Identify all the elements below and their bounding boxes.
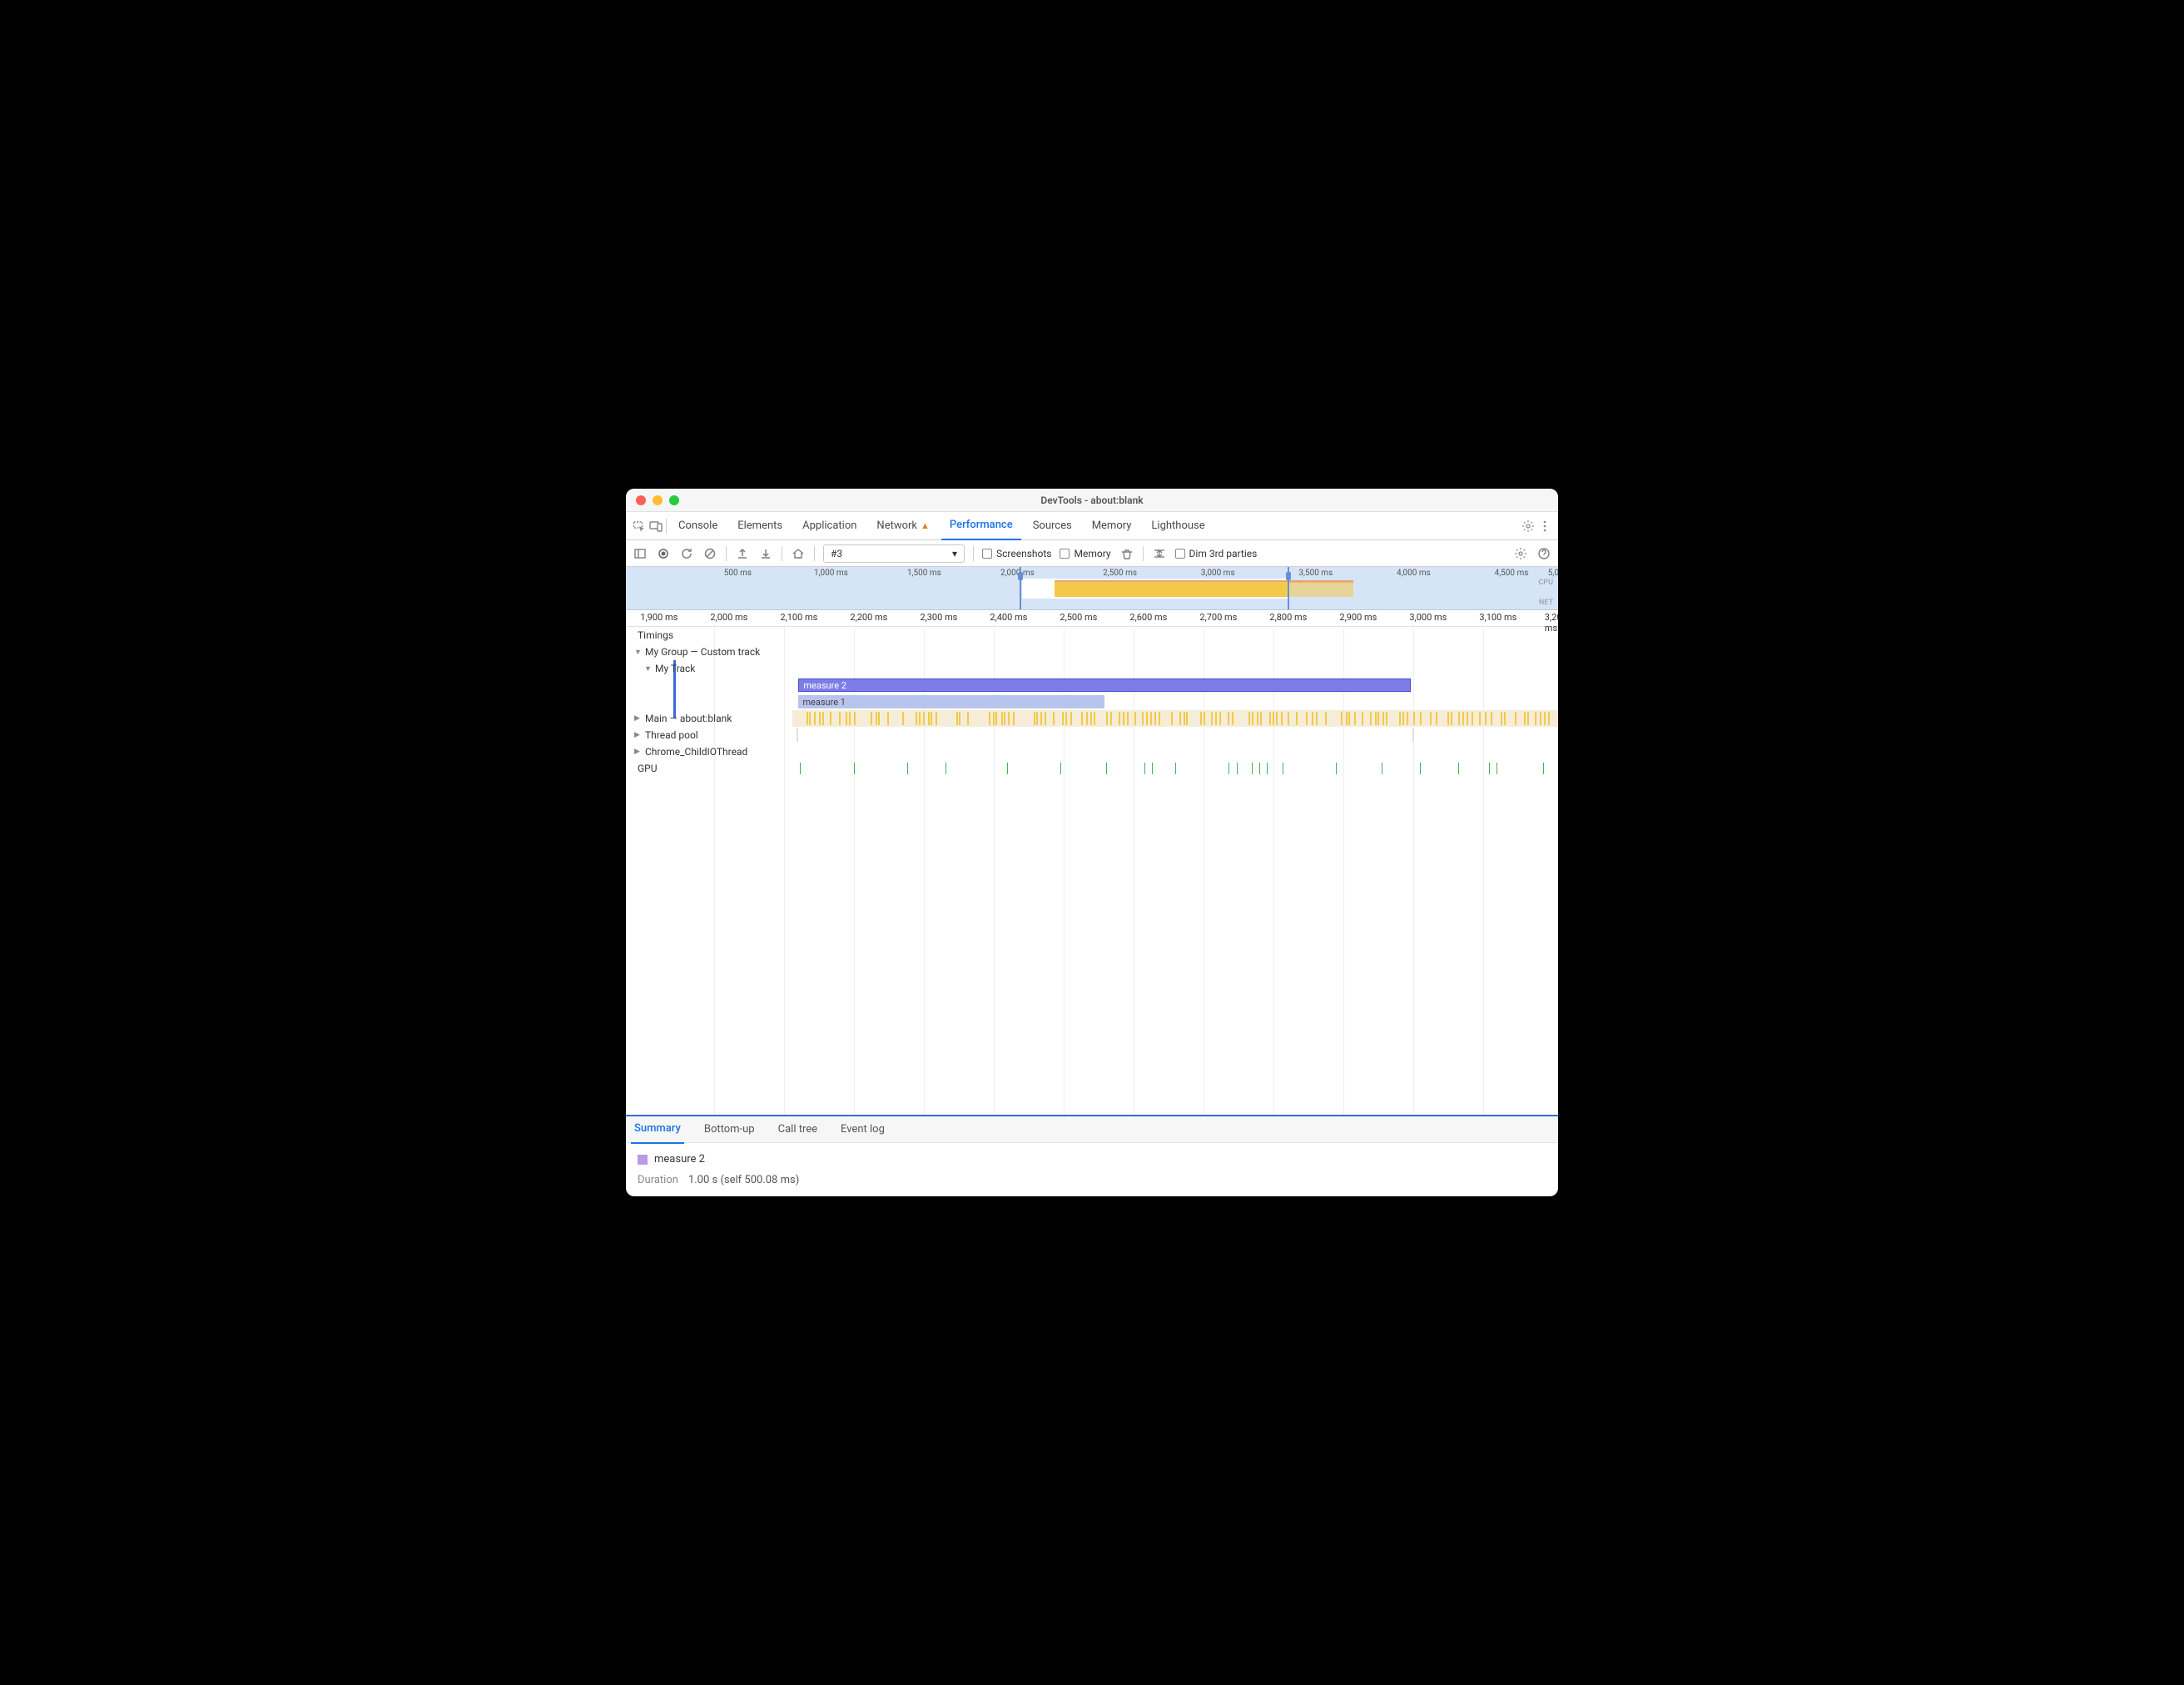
tab-application[interactable]: Application (794, 512, 865, 540)
download-icon[interactable] (758, 546, 773, 561)
more-icon[interactable] (1538, 519, 1551, 533)
shortcuts-icon[interactable] (1152, 546, 1167, 561)
settings-gear-icon[interactable] (1513, 546, 1528, 561)
tab-event-log[interactable]: Event log (837, 1116, 888, 1144)
track-my-track[interactable]: ▼My Track (626, 660, 1558, 677)
window-title: DevTools - about:blank (1040, 495, 1143, 506)
separator (666, 519, 667, 534)
tab-network[interactable]: Network ▲ (868, 512, 938, 540)
tab-lighthouse[interactable]: Lighthouse (1143, 512, 1213, 540)
traffic-lights (636, 495, 679, 505)
recording-label: #3 (831, 548, 842, 559)
summary-swatch (638, 1155, 648, 1165)
cpu-label: CPU (1538, 579, 1553, 587)
close-icon[interactable] (636, 495, 646, 505)
track-group-my-group[interactable]: ▼My Group — Custom track (626, 644, 1558, 660)
flame-body: Timings ▼My Group — Custom track ▼My Tra… (626, 627, 1558, 1115)
track-timings[interactable]: Timings (626, 627, 1558, 644)
zoom-icon[interactable] (669, 495, 679, 505)
screenshots-checkbox[interactable]: Screenshots (982, 548, 1051, 559)
tab-sources[interactable]: Sources (1025, 512, 1080, 540)
chevron-right-icon[interactable]: ▶ (634, 731, 643, 739)
measure1-row: measure 1 (626, 693, 1558, 710)
track-thread-pool[interactable]: ▶Thread pool (626, 727, 1558, 743)
detail-tabs: Summary Bottom-up Call tree Event log (626, 1115, 1558, 1143)
tab-summary[interactable]: Summary (631, 1116, 684, 1144)
upload-icon[interactable] (735, 546, 750, 561)
timeline-overview[interactable]: 500 ms 1,000 ms 1,500 ms 2,000 ms 2,500 … (626, 567, 1558, 610)
tab-memory[interactable]: Memory (1084, 512, 1140, 540)
tab-elements[interactable]: Elements (729, 512, 791, 540)
detail-ruler: 1,900 ms 2,000 ms 2,100 ms 2,200 ms 2,30… (626, 610, 1558, 627)
selection-handle-left[interactable] (1018, 572, 1023, 580)
net-label: NET (1539, 599, 1553, 607)
record-icon[interactable] (656, 546, 671, 561)
chevron-right-icon[interactable]: ▶ (634, 748, 643, 756)
flame-chart[interactable]: 1,900 ms 2,000 ms 2,100 ms 2,200 ms 2,30… (626, 610, 1558, 1115)
measure-1-bar[interactable]: measure 1 (798, 695, 1104, 708)
home-icon[interactable] (791, 546, 806, 561)
gc-icon[interactable] (1119, 546, 1134, 561)
chevron-down-icon: ▾ (952, 548, 957, 559)
chevron-down-icon[interactable]: ▼ (634, 648, 643, 657)
performance-toolbar: #3 ▾ Screenshots Memory Dim 3rd parties (626, 540, 1558, 567)
warning-icon: ▲ (921, 520, 930, 531)
recording-select[interactable]: #3 ▾ (823, 544, 965, 563)
panel-tabs: Console Elements Application Network ▲ P… (626, 512, 1558, 540)
duration-value: 1.00 s (self 500.08 ms) (688, 1174, 799, 1186)
summary-panel: measure 2 Duration 1.00 s (self 500.08 m… (626, 1143, 1558, 1196)
overview-selection[interactable] (1020, 567, 1290, 609)
tab-console[interactable]: Console (670, 512, 726, 540)
clear-icon[interactable] (702, 546, 717, 561)
titlebar: DevTools - about:blank (626, 489, 1558, 512)
reload-icon[interactable] (679, 546, 694, 561)
duration-label: Duration (638, 1174, 678, 1186)
track-main[interactable]: ▶Main — about:blank (626, 710, 1558, 727)
devtools-window: DevTools - about:blank Console Elements … (626, 489, 1558, 1196)
dim-checkbox[interactable]: Dim 3rd parties (1175, 548, 1258, 559)
tab-performance[interactable]: Performance (941, 512, 1021, 540)
gear-icon[interactable] (1521, 519, 1535, 533)
track-childio[interactable]: ▶Chrome_ChildIOThread (626, 743, 1558, 760)
help-icon[interactable] (1536, 546, 1551, 561)
summary-name: measure 2 (654, 1153, 705, 1166)
minimize-icon[interactable] (653, 495, 663, 505)
selection-handle-right[interactable] (1286, 572, 1291, 580)
chevron-right-icon[interactable]: ▶ (634, 714, 643, 723)
inspect-icon[interactable] (633, 519, 646, 533)
device-icon[interactable] (649, 519, 663, 533)
tab-bottom-up[interactable]: Bottom-up (701, 1116, 758, 1144)
toggle-sidebar-icon[interactable] (633, 546, 648, 561)
measure2-row: measure 2 (626, 677, 1558, 693)
chevron-down-icon[interactable]: ▼ (644, 664, 653, 674)
tab-call-tree[interactable]: Call tree (775, 1116, 821, 1144)
measure-2-bar[interactable]: measure 2 (798, 678, 1411, 692)
memory-checkbox[interactable]: Memory (1060, 548, 1110, 559)
track-gpu[interactable]: GPU (626, 760, 1558, 777)
